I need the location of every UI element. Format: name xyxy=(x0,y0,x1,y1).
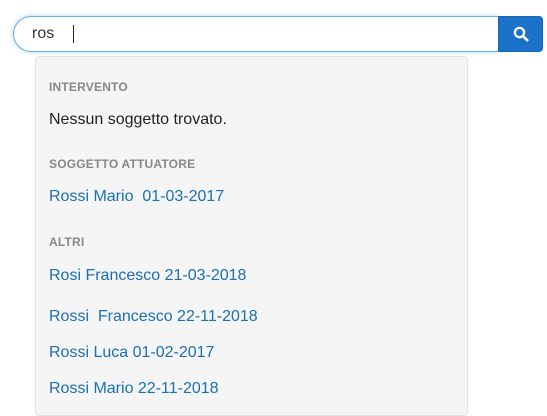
section-label-altri: ALTRI xyxy=(49,235,85,249)
result-item[interactable]: Rossi Mario 01-03-2017 xyxy=(49,188,224,206)
section-label-soggetto-attuatore: SOGGETTO ATTUATORE xyxy=(49,157,196,171)
search-icon xyxy=(513,26,528,42)
result-item[interactable]: Rosi Francesco 21-03-2018 xyxy=(49,267,246,285)
result-item[interactable]: Rossi Mario 22-11-2018 xyxy=(49,380,219,398)
search-button[interactable] xyxy=(498,16,543,52)
no-results-message: Nessun soggetto trovato. xyxy=(49,111,227,128)
result-item[interactable]: Rossi Luca 01-02-2017 xyxy=(49,344,214,362)
search-input[interactable] xyxy=(13,16,498,52)
result-item[interactable]: Rossi Francesco 22-11-2018 xyxy=(49,308,258,326)
autocomplete-dropdown xyxy=(35,56,468,416)
search-bar xyxy=(13,16,543,52)
section-label-intervento: INTERVENTO xyxy=(49,80,128,94)
text-caret xyxy=(73,25,74,43)
